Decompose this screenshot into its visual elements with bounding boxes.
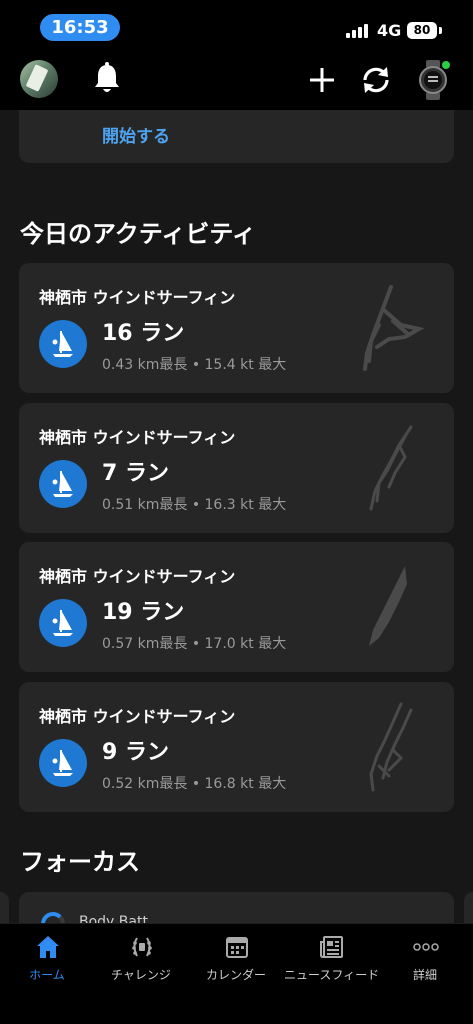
- route-map-thumbnail: [369, 566, 407, 646]
- tab-calendar[interactable]: カレンダー: [189, 924, 283, 994]
- body-battery-ring-icon: [41, 912, 65, 923]
- tab-more[interactable]: 詳細: [378, 924, 472, 994]
- tab-newsfeed[interactable]: ニュースフィード: [284, 924, 380, 994]
- tab-label: 詳細: [412, 968, 437, 982]
- route-map-thumbnail: [363, 285, 425, 371]
- add-icon[interactable]: [308, 66, 336, 94]
- windsurf-icon: [39, 320, 87, 368]
- tab-label: チャレンジ: [111, 968, 171, 982]
- activity-title: 神栖市 ウインドサーフィン: [39, 428, 236, 447]
- activity-stats: 0.43 km最長 • 15.4 kt 最大: [102, 357, 287, 373]
- avatar[interactable]: [20, 60, 58, 98]
- watch-icon[interactable]: [416, 60, 450, 100]
- network-label: 4G: [377, 21, 402, 40]
- home-feed[interactable]: 開始する 今日のアクティビティ 神栖市 ウインドサーフィン 16 ラン 0.43…: [0, 110, 473, 923]
- battery-icon: 80: [407, 22, 437, 39]
- activity-runs: 7 ラン: [102, 461, 169, 486]
- activity-title: 神栖市 ウインドサーフィン: [39, 707, 236, 726]
- windsurf-icon: [39, 460, 87, 508]
- activity-runs: 19 ラン: [102, 600, 185, 625]
- start-card: 開始する: [19, 110, 454, 163]
- focus-heading: フォーカス: [20, 848, 140, 876]
- windsurf-icon: [39, 599, 87, 647]
- status-time: 16:53: [40, 14, 120, 41]
- activity-runs: 16 ラン: [102, 321, 185, 346]
- activity-title: 神栖市 ウインドサーフィン: [39, 567, 236, 586]
- tab-label: カレンダー: [205, 968, 266, 982]
- top-nav: [0, 52, 473, 110]
- tab-home[interactable]: ホーム: [0, 924, 94, 994]
- calendar-icon: [226, 937, 248, 958]
- activity-stats: 0.51 km最長 • 16.3 kt 最大: [102, 497, 287, 513]
- activity-stats: 0.57 km最長 • 17.0 kt 最大: [102, 636, 287, 652]
- laurel-icon: [132, 937, 152, 957]
- focus-card-title: Body Batt: [79, 914, 148, 923]
- signal-icon: [346, 24, 372, 38]
- status-bar: 16:53 4G 80: [0, 0, 473, 52]
- route-map-thumbnail: [369, 425, 413, 511]
- more-icon: [413, 943, 439, 951]
- focus-card[interactable]: Body Batt: [19, 892, 454, 923]
- focus-card-prev[interactable]: [0, 892, 9, 923]
- tab-label: ホーム: [29, 968, 65, 982]
- activity-runs: 9 ラン: [102, 740, 169, 765]
- focus-card-next[interactable]: [464, 892, 473, 923]
- tab-challenges[interactable]: チャレンジ: [94, 924, 188, 994]
- activity-title: 神栖市 ウインドサーフィン: [39, 288, 236, 307]
- activity-stats: 0.52 km最長 • 16.8 kt 最大: [102, 776, 287, 792]
- today-activities-heading: 今日のアクティビティ: [20, 220, 256, 248]
- bottom-tab-bar: ホーム チャレンジ カレンダー ニュースフィード 詳細: [0, 923, 473, 1024]
- tab-label: ニュースフィード: [284, 968, 380, 982]
- activity-card[interactable]: 神栖市 ウインドサーフィン 19 ラン 0.57 km最長 • 17.0 kt …: [19, 542, 454, 672]
- start-link[interactable]: 開始する: [102, 122, 170, 147]
- windsurf-icon: [39, 739, 87, 787]
- bell-icon[interactable]: [91, 62, 123, 96]
- home-icon: [37, 936, 59, 958]
- battery-cap: [439, 27, 442, 34]
- activity-card[interactable]: 神栖市 ウインドサーフィン 9 ラン 0.52 km最長 • 16.8 kt 最…: [19, 682, 454, 812]
- sync-icon[interactable]: [359, 63, 393, 97]
- route-map-thumbnail: [369, 702, 413, 792]
- activity-card[interactable]: 神栖市 ウインドサーフィン 7 ラン 0.51 km最長 • 16.3 kt 最…: [19, 403, 454, 533]
- activity-card[interactable]: 神栖市 ウインドサーフィン 16 ラン 0.43 km最長 • 15.4 kt …: [19, 263, 454, 393]
- newsfeed-icon: [320, 936, 343, 958]
